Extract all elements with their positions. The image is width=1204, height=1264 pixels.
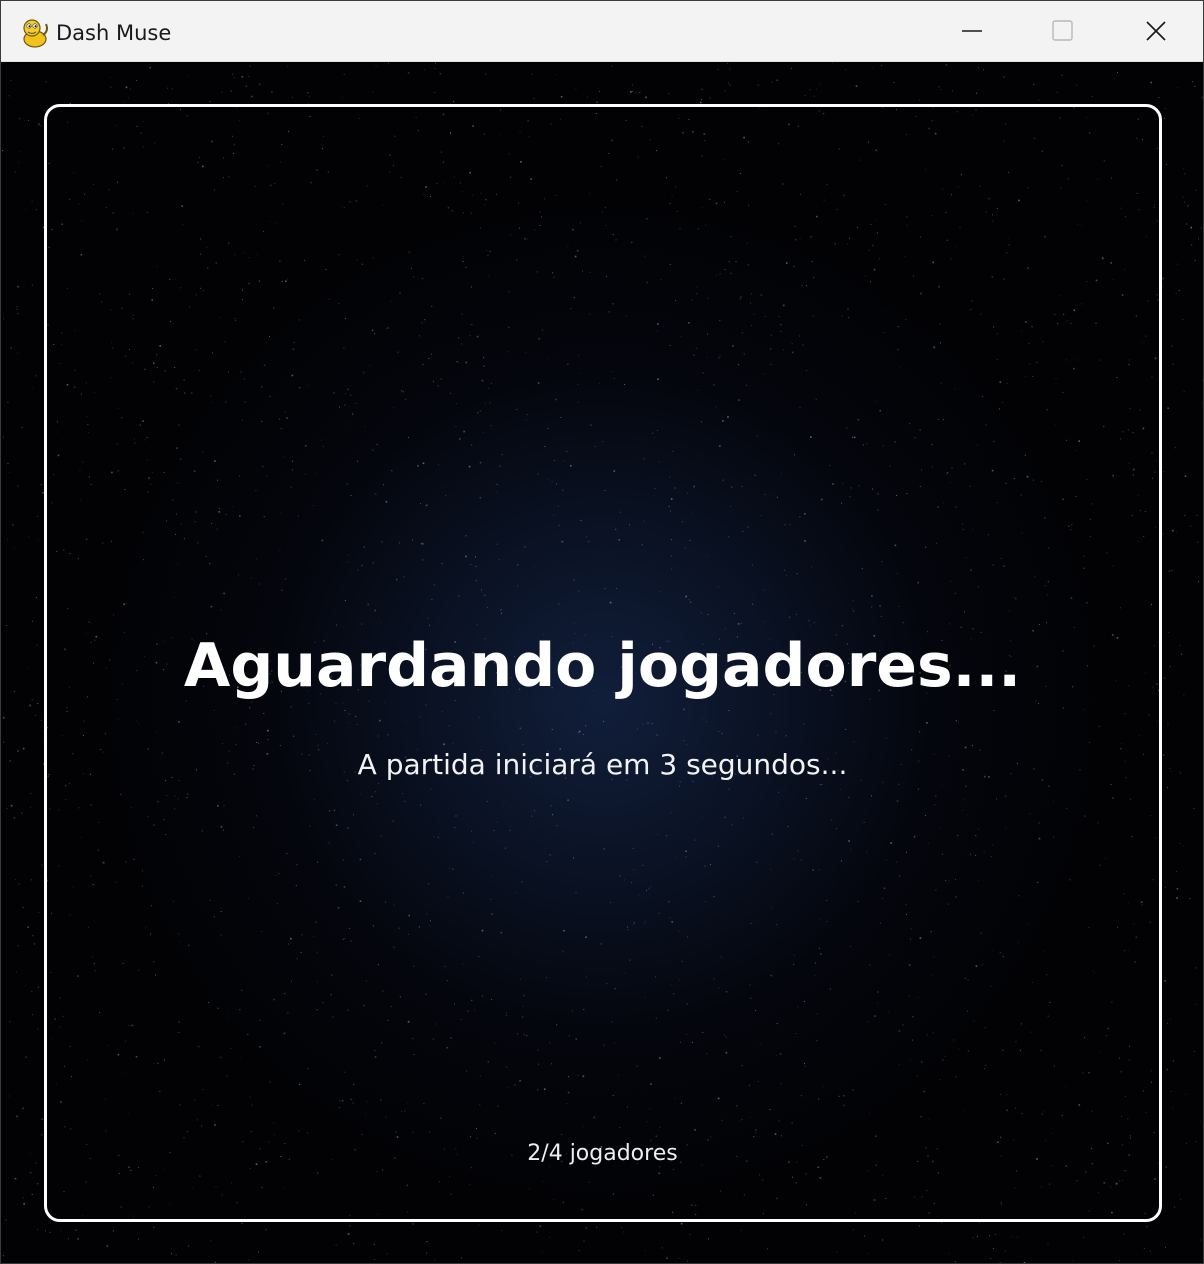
minimize-icon	[962, 30, 982, 32]
snake-icon	[23, 19, 48, 48]
app-window: Dash Muse Aguardando jogadores... A part…	[0, 0, 1204, 1264]
waiting-headline: Aguardando jogadores...	[183, 631, 1022, 701]
player-count: 2/4 jogadores	[527, 1141, 678, 1166]
maximize-button[interactable]	[1017, 1, 1109, 61]
window-title: Dash Muse	[56, 21, 172, 45]
title-bar[interactable]: Dash Muse	[1, 1, 1203, 62]
close-button[interactable]	[1110, 1, 1202, 61]
close-icon	[1146, 21, 1166, 41]
countdown-text: A partida iniciará em 3 segundos...	[357, 748, 848, 781]
maximize-icon	[1052, 20, 1073, 41]
game-canvas: Aguardando jogadores... A partida inicia…	[2, 62, 1203, 1263]
minimize-button[interactable]	[926, 1, 1018, 61]
